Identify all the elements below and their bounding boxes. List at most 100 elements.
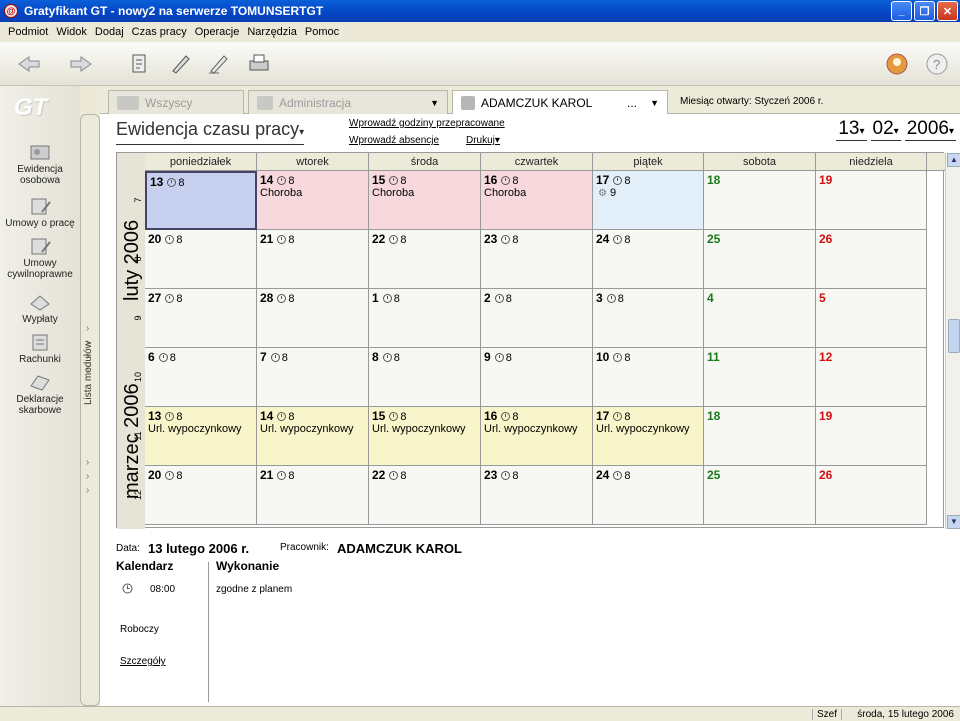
chevron-right-icon: › [86, 471, 90, 482]
day-cell[interactable]: 14 8 Url. wypoczynkowy [257, 407, 369, 466]
day-cell[interactable]: 5 [816, 289, 927, 348]
day-cell[interactable]: 17 8 ⚙ 9 [593, 171, 704, 230]
day-cell[interactable]: 4 [704, 289, 816, 348]
day-cell[interactable]: 22 8 [369, 230, 481, 289]
day-cell[interactable]: 28 8 [257, 289, 369, 348]
print-button[interactable] [244, 50, 274, 78]
planned-hours: 8 [178, 177, 185, 189]
day-cell[interactable]: 23 8 [481, 466, 593, 525]
day-cell[interactable]: 14 8 Choroba [257, 171, 369, 230]
absence-note: Choroba [260, 187, 303, 199]
menu-widok[interactable]: Widok [52, 26, 91, 38]
day-number: 23 [484, 232, 498, 246]
nav-label: Rachunki [19, 354, 61, 365]
day-cell[interactable]: 19 [816, 407, 927, 466]
module-list-strip[interactable]: › › › › Lista modułów › › › [80, 114, 100, 706]
menu-dodaj[interactable]: Dodaj [91, 26, 128, 38]
day-cell[interactable]: 26 [816, 466, 927, 525]
day-select[interactable]: 13▾ [836, 118, 867, 141]
planned-hours: 8 [617, 293, 624, 305]
day-cell[interactable]: 20 8 [145, 230, 257, 289]
week-number: 9 [133, 315, 143, 321]
minimize-button[interactable]: _ [891, 1, 912, 21]
month-select[interactable]: 02▾ [870, 118, 901, 141]
forward-button[interactable] [66, 50, 96, 78]
day-cell[interactable]: 25 [704, 230, 816, 289]
day-cell[interactable]: 15 8 Url. wypoczynkowy [369, 407, 481, 466]
user-button[interactable] [882, 50, 912, 78]
day-cell[interactable]: 88 [369, 348, 481, 407]
calendar-scrollbar[interactable]: ▲ ▼ [945, 153, 960, 529]
page-title[interactable]: Ewidencja czasu pracy▾ [116, 118, 305, 145]
day-cell[interactable]: 20 8 [145, 466, 257, 525]
day-cell[interactable]: 98 [481, 348, 593, 407]
day-cell[interactable]: 78 [257, 348, 369, 407]
nav-deklaracje-skarbowe[interactable]: Deklaracje skarbowe [0, 372, 80, 416]
day-cell[interactable]: 18 [369, 289, 481, 348]
day-cell[interactable]: 11 [704, 348, 816, 407]
year-value: 2006 [906, 118, 949, 139]
year-select[interactable]: 2006▾ [904, 118, 956, 141]
weekday-0: poniedziałek [145, 153, 257, 170]
day-cell[interactable]: 23 8 [481, 230, 593, 289]
day-cell[interactable]: 24 8 [593, 466, 704, 525]
day-cell[interactable]: 12 [816, 348, 927, 407]
day-number: 8 [372, 350, 379, 364]
day-cell[interactable]: 16 8 Url. wypoczynkowy [481, 407, 593, 466]
enter-absence-link[interactable]: Wprowadź absencje [349, 135, 439, 146]
tool-paragraph-button[interactable] [124, 50, 154, 78]
day-number: 3 [596, 291, 603, 305]
dropdown-arrow-icon[interactable]: ▼ [430, 98, 439, 108]
week-number: 11 [133, 431, 143, 441]
menu-operacje[interactable]: Operacje [191, 26, 244, 38]
day-cell[interactable]: 25 [704, 466, 816, 525]
day-cell[interactable]: 17 8 Url. wypoczynkowy [593, 407, 704, 466]
day-cell[interactable]: 13 8 [145, 171, 257, 230]
scroll-thumb[interactable] [948, 319, 960, 353]
day-cell[interactable]: 19 [816, 171, 927, 230]
menu-pomoc[interactable]: Pomoc [301, 26, 343, 38]
scroll-down-icon[interactable]: ▼ [947, 515, 960, 529]
day-cell[interactable]: 68 [145, 348, 257, 407]
nav-umowy-cywilnoprawne[interactable]: Umowy cywilnoprawne [0, 236, 80, 280]
day-cell[interactable]: 24 8 [593, 230, 704, 289]
tool-edit-button[interactable] [204, 50, 234, 78]
day-cell[interactable]: 27 8 [145, 289, 257, 348]
tool-pen-button[interactable] [166, 50, 196, 78]
nav-wyplaty[interactable]: Wypłaty [0, 292, 80, 325]
back-button[interactable] [14, 50, 44, 78]
clock-icon [389, 176, 399, 185]
day-cell[interactable]: 15 8 Choroba [369, 171, 481, 230]
day-cell[interactable]: 26 [816, 230, 927, 289]
help-button[interactable]: ? [922, 50, 952, 78]
nav-rachunki[interactable]: Rachunki [0, 332, 80, 365]
tab-administracja[interactable]: Administracja ▼ [248, 90, 448, 114]
menu-narzedzia[interactable]: Narzędzia [243, 26, 301, 38]
dropdown-arrow-icon[interactable]: ▼ [650, 98, 659, 108]
day-cell[interactable]: 18 [704, 171, 816, 230]
print-link[interactable]: Drukuj▾ [466, 135, 500, 146]
nav-label: Umowy cywilnoprawne [7, 258, 73, 280]
details-link[interactable]: Szczegóły [120, 656, 166, 667]
menu-podmiot[interactable]: Podmiot [4, 26, 52, 38]
day-cell[interactable]: 22 8 [369, 466, 481, 525]
tab-employee[interactable]: ADAMCZUK KAROL... ▼ [452, 90, 668, 114]
menu-czas-pracy[interactable]: Czas pracy [128, 26, 191, 38]
clock-icon [613, 471, 623, 480]
day-cell[interactable]: 38 [593, 289, 704, 348]
day-cell[interactable]: 21 8 [257, 466, 369, 525]
enter-hours-link[interactable]: Wprowadź godziny przepracowane [349, 118, 505, 129]
day-cell[interactable]: 10 8 [593, 348, 704, 407]
tab-wszyscy[interactable]: Wszyscy [108, 90, 244, 114]
day-cell[interactable]: 13 8 Url. wypoczynkowy [145, 407, 257, 466]
maximize-button[interactable]: ❐ [914, 1, 935, 21]
day-cell[interactable]: 28 [481, 289, 593, 348]
day-cell[interactable]: 21 8 [257, 230, 369, 289]
close-button[interactable]: ✕ [937, 1, 958, 21]
day-cell[interactable]: 16 8 Choroba [481, 171, 593, 230]
gear-icon: ⚙ [598, 188, 607, 199]
scroll-up-icon[interactable]: ▲ [947, 153, 960, 167]
nav-umowy-o-prace[interactable]: Umowy o pracę [0, 196, 80, 229]
day-cell[interactable]: 18 [704, 407, 816, 466]
nav-ewidencja-osobowa[interactable]: Ewidencja osobowa [0, 142, 80, 186]
